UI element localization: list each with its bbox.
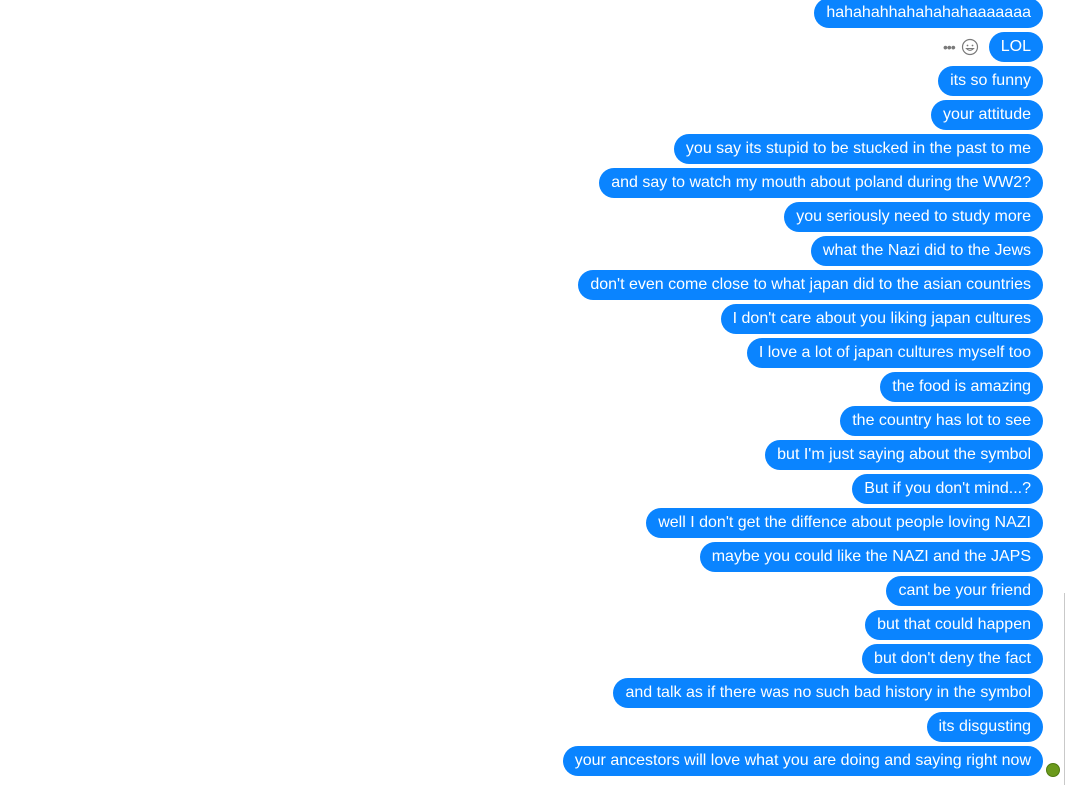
message-row: ••• LOL xyxy=(943,32,1043,62)
message-bubble[interactable]: your ancestors will love what you are do… xyxy=(562,746,1043,776)
message-list: hahahahhahahahahaaaaaaa ••• LOL its so f… xyxy=(562,0,1043,780)
message-bubble[interactable]: LOL xyxy=(988,32,1043,62)
message-row: and talk as if there was no such bad his… xyxy=(613,678,1043,708)
message-bubble[interactable]: you say its stupid to be stucked in the … xyxy=(673,134,1043,164)
message-row: and say to watch my mouth about poland d… xyxy=(599,168,1043,198)
more-options-icon[interactable]: ••• xyxy=(943,40,956,54)
message-row: you seriously need to study more xyxy=(784,202,1043,232)
message-bubble[interactable]: but I'm just saying about the symbol xyxy=(765,440,1043,470)
message-row: I don't care about you liking japan cult… xyxy=(720,304,1043,334)
message-bubble[interactable]: But if you don't mind...? xyxy=(852,474,1043,504)
message-row: the country has lot to see xyxy=(840,406,1043,436)
message-bubble[interactable]: and talk as if there was no such bad his… xyxy=(613,678,1043,708)
message-row: but I'm just saying about the symbol xyxy=(765,440,1043,470)
message-row: its disgusting xyxy=(926,712,1043,742)
message-row: what the Nazi did to the Jews xyxy=(810,236,1043,266)
message-row: you say its stupid to be stucked in the … xyxy=(673,134,1043,164)
message-bubble[interactable]: but don't deny the fact xyxy=(862,644,1043,674)
message-bubble[interactable]: maybe you could like the NAZI and the JA… xyxy=(699,542,1043,572)
message-row: your ancestors will love what you are do… xyxy=(562,746,1043,776)
message-row: but don't deny the fact xyxy=(862,644,1043,674)
message-hover-actions: ••• xyxy=(943,38,979,56)
message-row: the food is amazing xyxy=(880,372,1043,402)
message-bubble[interactable]: I don't care about you liking japan cult… xyxy=(720,304,1043,334)
message-row: I love a lot of japan cultures myself to… xyxy=(746,338,1043,368)
message-row: well I don't get the diffence about peop… xyxy=(646,508,1043,538)
message-bubble[interactable]: the country has lot to see xyxy=(840,406,1043,436)
message-row: your attitude xyxy=(930,100,1043,130)
seen-avatar xyxy=(1046,763,1060,777)
message-row: cant be your friend xyxy=(886,576,1043,606)
message-bubble[interactable]: and say to watch my mouth about poland d… xyxy=(599,168,1043,198)
message-row: its so funny xyxy=(938,66,1043,96)
chat-window: hahahahhahahahahaaaaaaa ••• LOL its so f… xyxy=(0,0,1065,787)
message-bubble[interactable]: don't even come close to what japan did … xyxy=(578,270,1043,300)
message-bubble[interactable]: well I don't get the diffence about peop… xyxy=(646,508,1043,538)
message-row: maybe you could like the NAZI and the JA… xyxy=(699,542,1043,572)
message-bubble[interactable]: cant be your friend xyxy=(886,576,1043,606)
message-bubble[interactable]: its disgusting xyxy=(926,712,1043,742)
message-bubble[interactable]: its so funny xyxy=(938,66,1043,96)
message-bubble[interactable]: hahahahhahahahahaaaaaaa xyxy=(814,0,1043,28)
message-bubble[interactable]: you seriously need to study more xyxy=(784,202,1043,232)
message-bubble[interactable]: but that could happen xyxy=(865,610,1043,640)
message-bubble[interactable]: what the Nazi did to the Jews xyxy=(810,236,1043,266)
emoji-react-icon[interactable] xyxy=(961,38,979,56)
message-row: don't even come close to what japan did … xyxy=(578,270,1043,300)
message-bubble[interactable]: your attitude xyxy=(930,100,1043,130)
message-bubble[interactable]: I love a lot of japan cultures myself to… xyxy=(746,338,1043,368)
message-row: but that could happen xyxy=(865,610,1043,640)
message-bubble[interactable]: the food is amazing xyxy=(880,372,1043,402)
message-row: hahahahhahahahahaaaaaaa xyxy=(814,0,1043,28)
message-row: But if you don't mind...? xyxy=(852,474,1043,504)
